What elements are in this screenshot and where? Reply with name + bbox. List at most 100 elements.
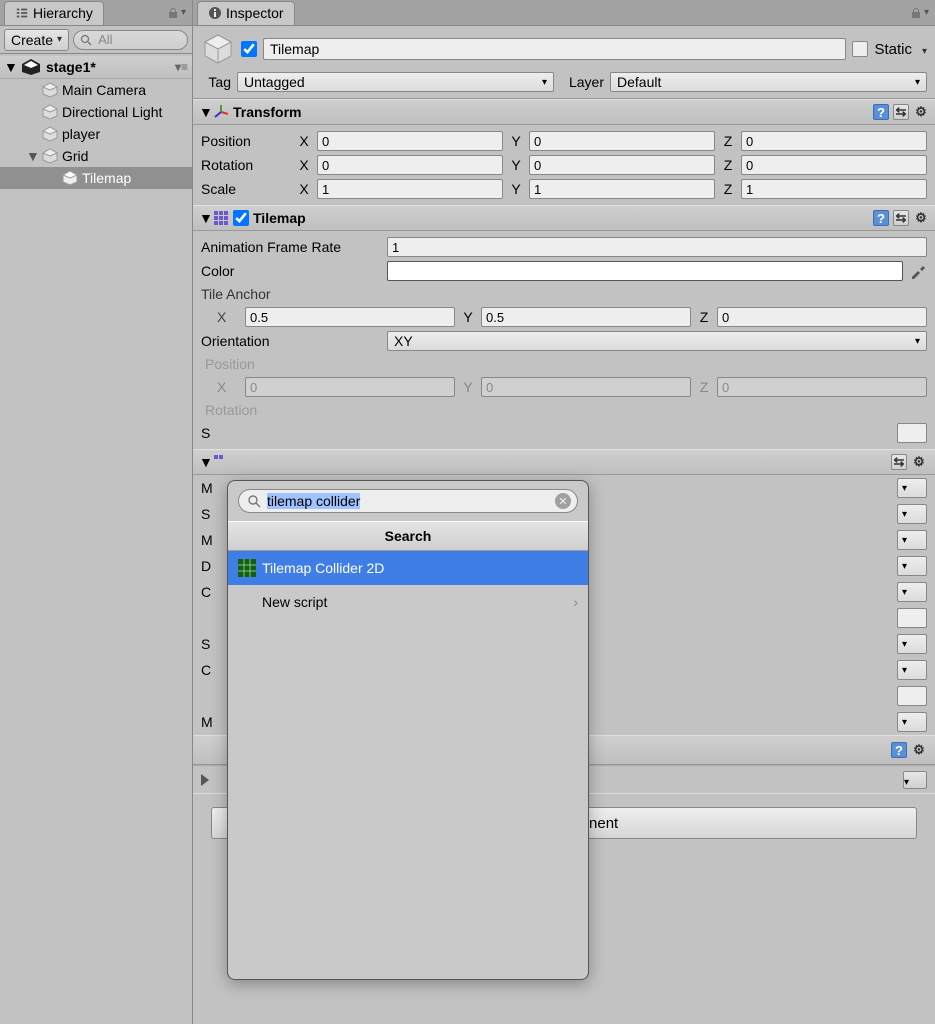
inspector-panel: Inspector ▾ Static Tag Untagged Layer De… [193,0,935,1024]
component-result-item[interactable]: Tilemap Collider 2D [228,551,588,585]
hierarchy-item[interactable]: player [0,123,192,145]
obscured-dropdown[interactable] [897,530,927,550]
rotation-y-input[interactable] [529,155,715,175]
gear-icon[interactable]: ⚙ [911,454,927,470]
gameobject-icon [42,82,58,98]
obscured-input[interactable] [897,686,927,706]
obscured-dropdown[interactable] [897,582,927,602]
anchor-y-input[interactable] [481,307,691,327]
scene-name-label: stage1* [46,59,96,75]
position-label: Position [201,133,291,149]
tm-pos-y-input [481,377,691,397]
gameobject-icon[interactable] [201,32,235,66]
orientation-label: Orientation [201,333,381,349]
obscured-dropdown[interactable] [897,504,927,524]
tilemap-icon [213,454,229,470]
hierarchy-panel: Hierarchy ▾ Create All ▼ stage1* ▾≡ Main… [0,0,193,1024]
tilemap-collider-icon [238,559,256,577]
help-icon[interactable]: ? [873,104,889,120]
hierarchy-tree: ▼ stage1* ▾≡ Main Camera Directional Lig… [0,54,192,191]
tilemap-rotation-label: Rotation [201,402,257,418]
anchor-x-input[interactable] [245,307,455,327]
tile-anchor-label: Tile Anchor [201,286,271,302]
obscured-dropdown[interactable] [897,556,927,576]
obscured-dropdown[interactable] [897,478,927,498]
inspector-tab[interactable]: Inspector [197,1,295,25]
fold-icon[interactable]: ▼ [199,104,209,120]
hierarchy-item[interactable]: Tilemap [0,167,192,189]
obscured-component-header[interactable]: ▼ ⇆ ⚙ [193,449,935,475]
static-dropdown[interactable] [918,41,927,57]
preset-icon[interactable]: ⇆ [891,454,907,470]
static-checkbox[interactable] [852,41,868,57]
component-result-item[interactable]: New script› [228,585,588,619]
obscured-input[interactable] [897,423,927,443]
fold-icon[interactable]: ▼ [199,454,209,470]
tilemap-component-header[interactable]: ▼ Tilemap ? ⇆ ⚙ [193,205,935,231]
lock-icon [910,7,922,19]
anchor-z-input[interactable] [717,307,927,327]
gear-icon[interactable]: ⚙ [911,742,927,758]
create-button[interactable]: Create [4,29,69,51]
position-y-input[interactable] [529,131,715,151]
search-icon [247,494,261,508]
rotation-x-input[interactable] [317,155,503,175]
component-search-input[interactable]: ✕ [238,489,578,513]
rotation-z-input[interactable] [741,155,927,175]
hierarchy-item[interactable]: Directional Light [0,101,192,123]
transform-component-header[interactable]: ▼ Transform ? ⇆ ⚙ [193,99,935,125]
preset-icon[interactable]: ⇆ [893,210,909,226]
hierarchy-item-label: Grid [62,148,88,164]
scene-row-menu[interactable]: ▾≡ [175,60,188,74]
help-icon[interactable]: ? [891,742,907,758]
fold-icon[interactable]: ▼ [26,148,38,164]
scale-x-input[interactable] [317,179,503,199]
transform-title: Transform [233,104,301,120]
gameobject-active-checkbox[interactable] [241,41,257,57]
obscured-dropdown[interactable] [897,634,927,654]
scale-z-input[interactable] [741,179,927,199]
scene-row[interactable]: ▼ stage1* ▾≡ [0,56,192,79]
hierarchy-item[interactable]: Main Camera [0,79,192,101]
fold-icon[interactable]: ▼ [199,210,209,226]
hierarchy-icon [15,6,29,20]
panel-lock-menu[interactable]: ▾ [167,7,186,19]
preset-icon[interactable]: ⇆ [893,104,909,120]
help-icon[interactable]: ? [873,210,889,226]
hierarchy-tab[interactable]: Hierarchy [4,1,104,25]
tag-dropdown[interactable]: Untagged [237,72,554,92]
hierarchy-item[interactable]: ▼ Grid [0,145,192,167]
component-search-text[interactable] [267,493,549,509]
gameobject-name-input[interactable] [263,38,846,60]
tilemap-enabled-checkbox[interactable] [233,210,249,226]
hierarchy-tab-bar: Hierarchy ▾ [0,0,192,26]
play-icon[interactable] [201,774,209,786]
anim-frame-rate-input[interactable] [387,237,927,257]
tag-label: Tag [201,74,231,90]
rotation-label: Rotation [201,157,291,173]
color-swatch[interactable] [387,261,903,281]
position-z-input[interactable] [741,131,927,151]
gameobject-icon [42,104,58,120]
scale-y-input[interactable] [529,179,715,199]
add-component-popup: ✕ Search Tilemap Collider 2D New script› [227,480,589,980]
hierarchy-search-input[interactable]: All [73,30,188,50]
obscured-dropdown[interactable] [903,771,927,789]
gear-icon[interactable]: ⚙ [913,104,929,120]
layer-dropdown[interactable]: Default [610,72,927,92]
obscured-input[interactable] [897,608,927,628]
orientation-dropdown[interactable]: XY [387,331,927,351]
clear-search-icon[interactable]: ✕ [555,493,571,509]
popup-heading: Search [228,521,588,551]
obscured-dropdown[interactable] [897,660,927,680]
layer-label: Layer [560,74,604,90]
eyedropper-icon[interactable] [909,262,927,280]
component-result-label: Tilemap Collider 2D [262,560,384,576]
gear-icon[interactable]: ⚙ [913,210,929,226]
position-x-input[interactable] [317,131,503,151]
lock-icon [167,7,179,19]
info-icon [208,6,222,20]
inspector-lock-menu[interactable]: ▾ [910,7,929,19]
obscured-dropdown[interactable] [897,712,927,732]
fold-icon[interactable]: ▼ [4,59,16,75]
